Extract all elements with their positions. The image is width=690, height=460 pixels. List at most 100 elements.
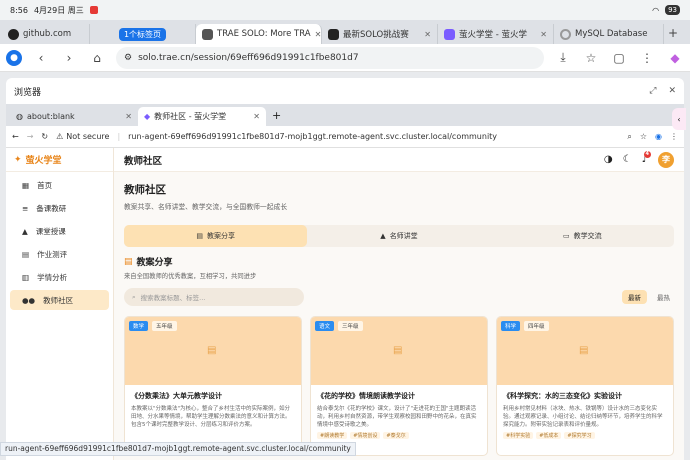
- sort-latest-button[interactable]: 最新: [622, 290, 647, 304]
- chart-icon: ▥: [22, 272, 30, 282]
- brand-name: 萤火学堂: [25, 156, 62, 166]
- outer-address-bar[interactable]: ⚙ solo.trae.cn/session/69eff696d91991c1f…: [116, 46, 544, 69]
- download-icon[interactable]: ⤓: [554, 49, 572, 67]
- profile-icon[interactable]: ◉: [655, 132, 662, 141]
- graduation-icon: ▲: [22, 226, 28, 236]
- card-tag[interactable]: #探究学习: [564, 432, 595, 439]
- copilot-icon[interactable]: ◆: [666, 49, 684, 67]
- menu-icon[interactable]: ⋮: [670, 132, 678, 141]
- tab-master-class[interactable]: ▲ 名师讲堂: [307, 225, 490, 247]
- loading-icon: [560, 28, 571, 40]
- sidebar-item-label: 课堂授课: [35, 226, 66, 236]
- close-icon[interactable]: ✕: [424, 30, 431, 39]
- sort-hot-button[interactable]: 最热: [653, 290, 674, 304]
- subject-badge: 数学: [129, 321, 149, 331]
- card-description: 结合泰戈尔《花的学校》课文，设计了"走进花的王国"主题朗读活动，利用乡村自然资源…: [317, 406, 477, 428]
- sidebar-item-label: 首页: [37, 180, 53, 190]
- zoom-icon[interactable]: ⌕: [627, 132, 631, 142]
- card-cover: 科学 四年级 ▤: [497, 317, 673, 385]
- back-button[interactable]: ←: [12, 132, 19, 141]
- tab-group-chip[interactable]: 1个标签页: [90, 24, 196, 44]
- subject-badge: 语文: [315, 321, 335, 331]
- new-tab-button[interactable]: +: [272, 109, 281, 122]
- people-icon: ●●: [22, 295, 36, 305]
- moon-icon[interactable]: ☾: [623, 154, 632, 165]
- tab-solo-challenge[interactable]: 最新SOLO挑战赛 ✕: [322, 24, 438, 44]
- bell-icon[interactable]: ♪ 4: [642, 151, 651, 165]
- inner-tab-community[interactable]: ◆ 教师社区 - 萤火学堂 ✕: [138, 107, 266, 126]
- tab-mysql[interactable]: MySQL Database: [554, 24, 664, 44]
- tab-label: 最新SOLO挑战赛: [343, 30, 409, 40]
- edit-icon: ≡: [22, 203, 29, 213]
- close-icon[interactable]: ✕: [125, 112, 132, 121]
- sidebar-item-analytics[interactable]: ▥ 学情分析: [10, 267, 109, 287]
- card-tag[interactable]: #科学实验: [503, 432, 534, 439]
- site-info-icon[interactable]: ⚙: [124, 53, 132, 63]
- section-title: 教案分享: [136, 258, 173, 268]
- battery-level: 93: [665, 5, 680, 15]
- outer-url-text: solo.trae.cn/session/69eff696d91991c1fbe…: [138, 52, 359, 63]
- not-secure-label: Not secure: [66, 132, 110, 141]
- tab-github[interactable]: github.com: [2, 24, 90, 44]
- tab-label: github.com: [23, 29, 72, 39]
- tab-label: 萤火学堂 - 萤火学: [459, 30, 527, 40]
- close-icon[interactable]: ✕: [315, 30, 321, 39]
- reload-button[interactable]: ↻: [41, 132, 48, 141]
- card-title: 《分数乘法》大单元教学设计: [131, 392, 222, 400]
- sidebar-item-label: 作业测评: [37, 249, 68, 259]
- new-tab-button[interactable]: +: [668, 26, 678, 40]
- tab-discussion[interactable]: ▭ 教学交流: [491, 225, 674, 247]
- tab-group-label: 1个标签页: [118, 27, 167, 41]
- inner-url-text[interactable]: run-agent-69eff696d91991c1fbe801d7-mojb1…: [128, 132, 497, 141]
- expand-icon[interactable]: ⤢: [649, 86, 656, 96]
- back-button[interactable]: ‹: [32, 49, 50, 67]
- sidebar-item-homework[interactable]: ▤ 作业测评: [10, 244, 109, 264]
- palette-icon[interactable]: ◑: [604, 154, 613, 165]
- card-tag[interactable]: #泰戈尔: [383, 432, 409, 439]
- app-topbar: 教师社区 ◑ ☾ ♪ 4 李: [114, 148, 684, 172]
- record-icon: [89, 6, 98, 14]
- link-hover-status: run-agent-69eff696d91991c1fbe801d7-mojb1…: [0, 442, 356, 456]
- status-time: 8:56: [10, 5, 28, 15]
- globe-icon: ◍: [16, 112, 23, 121]
- sidebar-item-lesson-prep[interactable]: ≡ 备课教研: [10, 198, 109, 218]
- notification-badge: 4: [643, 151, 651, 158]
- lesson-card[interactable]: 科学 四年级 ▤ 《科学探究：水的三态变化》实验设计 利用乡村常见材料（冰块、热水…: [496, 316, 674, 456]
- tab-lesson-share[interactable]: ▤ 教案分享: [124, 225, 308, 247]
- inner-tab-strip: ◍ about:blank ✕ ◆ 教师社区 - 萤火学堂 ✕ +: [6, 104, 684, 126]
- lesson-card[interactable]: 语文 三年级 ▤ 《花的学校》情境朗读教学设计 结合泰戈尔《花的学校》课文，设计了…: [310, 316, 488, 456]
- tab-label: MySQL Database: [575, 29, 648, 39]
- sidebar-item-community[interactable]: ●● 教师社区: [10, 290, 109, 310]
- lesson-card[interactable]: 数学 五年级 ▤ 《分数乘法》大单元教学设计 本教案以"分数乘法"为核心，整合了乡…: [124, 316, 302, 456]
- topbar-title: 教师社区: [124, 155, 163, 167]
- sidebar-item-teaching[interactable]: ▲ 课堂授课: [10, 221, 109, 241]
- inner-tab-blank[interactable]: ◍ about:blank ✕: [10, 107, 138, 126]
- home-icon[interactable]: ⌂: [88, 49, 106, 67]
- firefly-icon: [444, 28, 455, 40]
- bookmark-icon[interactable]: ☆: [582, 49, 600, 67]
- card-tag[interactable]: #低成本: [536, 432, 562, 439]
- security-indicator[interactable]: ⚠ Not secure: [56, 132, 109, 141]
- forward-button[interactable]: →: [27, 132, 34, 141]
- close-icon[interactable]: ✕: [668, 86, 676, 96]
- bookmark-icon[interactable]: ☆: [640, 132, 647, 141]
- card-tag[interactable]: #情境创设: [350, 432, 381, 439]
- tab-trae-solo[interactable]: TRAE SOLO: More TRA ✕: [196, 24, 322, 44]
- close-icon[interactable]: ✕: [253, 112, 260, 121]
- search-input[interactable]: ⌕ 搜索教案标题、标签...: [124, 288, 304, 306]
- close-icon[interactable]: ✕: [540, 30, 547, 39]
- brand[interactable]: ✦ 萤火学堂: [6, 148, 113, 172]
- sidebar-item-home[interactable]: ▦ 首页: [10, 175, 109, 195]
- avatar[interactable]: 李: [658, 151, 674, 168]
- tab-firefly[interactable]: 萤火学堂 - 萤火学 ✕: [438, 24, 554, 44]
- section-subtitle: 来自全国教师的优秀教案，互相学习，共同进步: [124, 273, 257, 280]
- card-tag[interactable]: #朗读教学: [317, 432, 348, 439]
- forward-button[interactable]: ›: [60, 49, 78, 67]
- sidebar-item-label: 教师社区: [43, 295, 74, 305]
- subject-badge: 科学: [501, 321, 521, 331]
- profile-icon[interactable]: ●: [6, 49, 22, 66]
- trae-icon: [202, 28, 213, 40]
- tabs-icon[interactable]: ▢: [610, 49, 628, 67]
- side-panel-toggle[interactable]: ‹: [672, 108, 686, 130]
- menu-icon[interactable]: ⋮: [638, 49, 656, 67]
